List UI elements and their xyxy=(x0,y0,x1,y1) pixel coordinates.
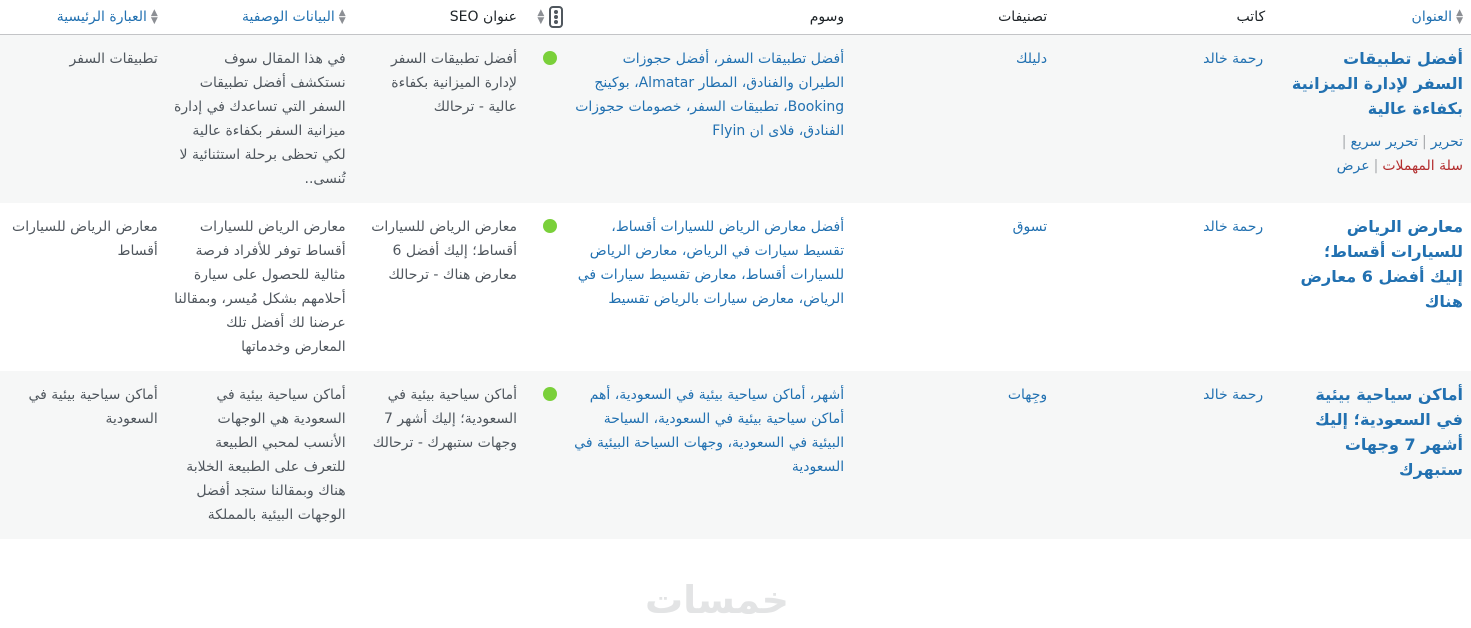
col-seo-title-header: عنوان SEO xyxy=(353,0,525,35)
post-title-link[interactable]: أماكن سياحية بيئية في السعودية؛ إليك أشه… xyxy=(1315,385,1463,479)
table-row: معارض الرياض للسيارات أقساط؛ إليك أفضل 6… xyxy=(0,203,1471,371)
trash-link[interactable]: سلة المهملات xyxy=(1382,158,1463,174)
meta-desc-cell: معارض الرياض للسيارات أقساط توفر للأفراد… xyxy=(174,219,346,355)
col-tags-header: وسوم xyxy=(564,0,853,35)
tags-links[interactable]: أفضل تطبيقات السفر، أفضل حجوزات الطيران … xyxy=(575,51,844,139)
author-link[interactable]: رحمة خالد xyxy=(1203,219,1275,235)
seo-title-cell: أفضل تطبيقات السفر لإدارة الميزانية بكفا… xyxy=(390,51,517,115)
keyphrase-cell: أماكن سياحية بيئية في السعودية xyxy=(28,387,158,427)
seo-score-good-icon xyxy=(542,387,557,401)
table-row: أفضل تطبيقات السفر لإدارة الميزانية بكفا… xyxy=(0,34,1471,204)
category-link[interactable]: وجِهات xyxy=(1008,387,1065,403)
tags-links[interactable]: أشهر، أماكن سياحية بيئية في السعودية، أه… xyxy=(574,387,844,475)
author-cell: رحمة خالد xyxy=(1073,35,1283,204)
seo-score-good-icon xyxy=(542,51,557,65)
posts-table: ▲ ▼ العنوان كاتب تصنيفات وسوم ▲ ▼ عنوان SEO… xyxy=(0,0,1471,539)
watermark-logo: خمسات xyxy=(645,578,789,622)
col-meta-desc-header[interactable]: ▲ ▼ البيانات الوصفية xyxy=(165,0,354,35)
seo-score-icon xyxy=(548,6,563,28)
category-cell: تسوق xyxy=(852,203,1073,371)
author-cell: رحمة خالد xyxy=(1073,371,1283,539)
category-link[interactable]: دليلك xyxy=(1016,51,1065,67)
author-link[interactable]: رحمة خالد xyxy=(1203,51,1275,67)
seo-score-cell xyxy=(525,35,565,204)
table-row: أماكن سياحية بيئية في السعودية؛ إليك أشه… xyxy=(0,371,1471,539)
meta-desc-cell: في هذا المقال سوف نستكشف أفضل تطبيقات ال… xyxy=(174,51,346,187)
tags-cell: أفضل تطبيقات السفر، أفضل حجوزات الطيران … xyxy=(565,35,852,204)
col-author-header: كاتب xyxy=(1073,0,1284,35)
tags-cell: أشهر، أماكن سياحية بيئية في السعودية، أه… xyxy=(565,371,852,539)
col-seo-score-header[interactable]: ▲ ▼ xyxy=(524,0,565,35)
edit-link[interactable]: تحرير xyxy=(1431,134,1463,150)
title-cell: أفضل تطبيقات السفر لإدارة الميزانية بكفا… xyxy=(1283,35,1471,204)
category-cell: وجِهات xyxy=(852,371,1073,539)
view-link[interactable]: عرض xyxy=(1337,158,1370,174)
tags-cell: أفضل معارض الرياض للسيارات أقساط، تقسيط … xyxy=(565,203,852,371)
col-title-header[interactable]: ▲ ▼ العنوان xyxy=(1283,0,1471,35)
table-header: ▲ ▼ العنوان كاتب تصنيفات وسوم ▲ ▼ عنوان SEO… xyxy=(0,0,1471,35)
quick-edit-link[interactable]: تحرير سريع xyxy=(1350,134,1418,150)
seo-title-cell: أماكن سياحية بيئية في السعودية؛ إليك أشه… xyxy=(372,387,517,451)
seo-score-good-icon xyxy=(542,219,557,233)
seo-score-cell xyxy=(525,371,565,539)
sort-icon: ▲ ▼ xyxy=(537,8,545,26)
keyphrase-cell: تطبيقات السفر xyxy=(69,51,158,67)
meta-desc-cell: أماكن سياحية بيئية في السعودية هي الوجها… xyxy=(186,387,346,523)
seo-title-cell: معارض الرياض للسيارات أقساط؛ إليك أفضل 6… xyxy=(371,219,517,283)
post-title-link[interactable]: معارض الرياض للسيارات أقساط؛ إليك أفضل 6… xyxy=(1301,217,1463,311)
title-cell: معارض الرياض للسيارات أقساط؛ إليك أفضل 6… xyxy=(1283,203,1471,371)
sort-icon: ▲ ▼ xyxy=(1456,8,1463,26)
tags-links[interactable]: أفضل معارض الرياض للسيارات أقساط، تقسيط … xyxy=(578,219,844,307)
keyphrase-cell: معارض الرياض للسيارات أقساط xyxy=(12,219,158,259)
category-cell: دليلك xyxy=(852,35,1073,204)
category-link[interactable]: تسوق xyxy=(1013,219,1065,235)
seo-score-cell xyxy=(525,203,565,371)
col-keyphrase-header[interactable]: ▲ ▼ العبارة الرئيسية xyxy=(0,0,166,35)
sort-icon: ▲ ▼ xyxy=(150,8,158,26)
title-cell: أماكن سياحية بيئية في السعودية؛ إليك أشه… xyxy=(1283,371,1471,539)
author-link[interactable]: رحمة خالد xyxy=(1203,387,1275,403)
post-title-link[interactable]: أفضل تطبيقات السفر لإدارة الميزانية بكفا… xyxy=(1292,49,1463,118)
col-categories-header: تصنيفات xyxy=(852,0,1074,35)
author-cell: رحمة خالد xyxy=(1073,203,1283,371)
sort-icon: ▲ ▼ xyxy=(338,8,346,26)
row-actions: تحرير|تحرير سريع| سلة المهملات|عرض xyxy=(1336,134,1463,174)
